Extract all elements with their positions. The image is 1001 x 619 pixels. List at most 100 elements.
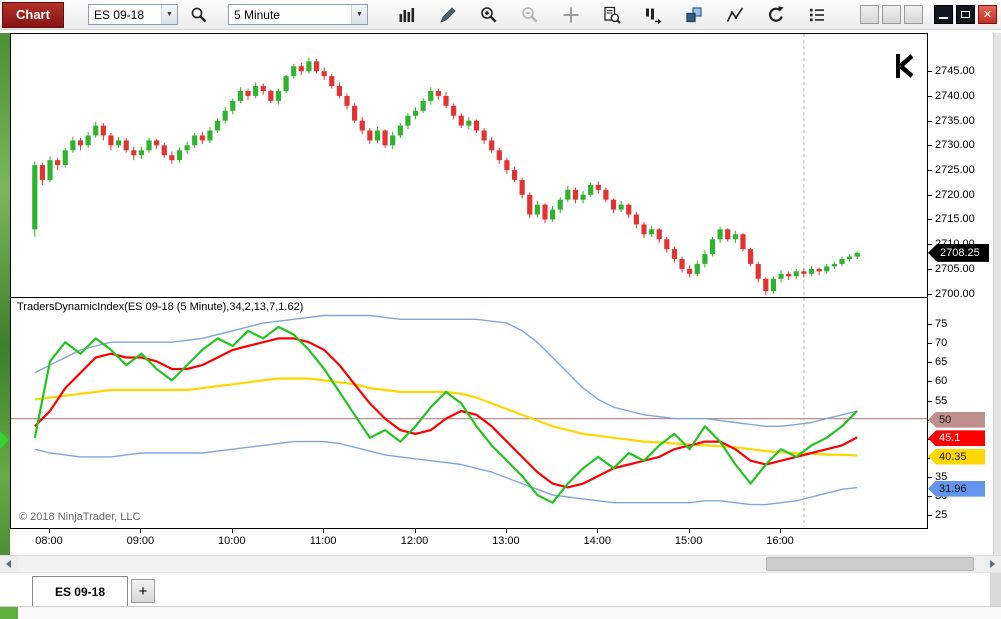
last-price-badge: 2708.25 [928,243,989,262]
titlebar[interactable]: Chart ES 09-18 ▼ 5 Minute ▼ ✕ [0,0,1001,30]
chevron-down-icon: ▼ [350,5,367,24]
tile-windows-button[interactable] [681,3,707,27]
close-icon: ✕ [982,9,993,21]
time-tick-mark [231,529,233,533]
desktop-background [0,33,10,555]
scroll-to-end-marker[interactable] [896,54,913,78]
ninjatrader-chart-window: Chart ES 09-18 ▼ 5 Minute ▼ ✕ TradersDyn… [0,0,1001,619]
chart-plot-area[interactable]: TradersDynamicIndex(ES 09-18 (5 Minute),… [10,33,928,529]
scrollbar-thumb[interactable] [766,557,975,571]
indicator-value-badge: 50 [928,411,985,428]
scroll-right-button[interactable] [984,556,1001,572]
pin-button[interactable] [904,5,923,24]
trend-line-icon [726,7,744,22]
tdi-series-rsi-line [33,325,858,504]
data-box-button[interactable] [599,3,625,27]
axis-tick-label: 65 [935,356,948,369]
chart-style-button[interactable] [394,3,420,27]
time-tick-mark [323,529,325,533]
chart-region: TradersDynamicIndex(ES 09-18 (5 Minute),… [0,33,1001,555]
time-tick-label: 13:00 [492,535,520,547]
toolbar [394,3,830,27]
axis-tick-label: 2745.00 [935,65,975,78]
horizontal-scrollbar[interactable] [0,555,1001,572]
axis-tick-mark [928,71,932,73]
tab-es-09-18[interactable]: ES 09-18 [32,576,128,606]
interval-link-button[interactable] [882,5,901,24]
drawing-tools-button[interactable] [435,3,461,27]
tdi-series-lower-volatility-band [34,440,858,506]
minimize-button[interactable] [934,5,953,24]
instrument-select[interactable]: ES 09-18 ▼ [87,4,178,25]
axis-tick-label: 2715.00 [935,213,975,226]
time-tick-label: 15:00 [674,535,703,547]
time-tick-label: 14:00 [583,535,612,547]
axis-tick-label: 25 [935,509,948,522]
add-tab-button[interactable]: + [131,579,155,603]
time-tick-mark [597,529,599,533]
scrollbar-track[interactable] [17,556,984,572]
axis-tick-mark [928,496,932,498]
tab-bar: ES 09-18 + [0,572,1001,606]
axis-tick-mark [928,293,932,295]
axis-tick-mark [928,120,932,122]
desktop-corner [0,607,18,619]
axis-tick-mark [928,476,932,478]
instrument-link-button[interactable] [860,5,879,24]
zoom-out-icon [522,6,538,22]
indicator-value-badge: 31.96 [928,480,985,497]
tab-bar-edge [990,573,1001,606]
time-axis[interactable]: 08:00 09:00 10:00 11:00 12:00 13:00 14:00 15:00… [10,529,928,555]
axis-tick-mark [928,244,932,246]
time-tick-mark [505,529,507,533]
indicator-panel[interactable]: TradersDynamicIndex(ES 09-18 (5 Minute),… [11,298,927,527]
interval-select[interactable]: 5 Minute ▼ [227,4,368,25]
indicator-value-badge: 45.1 [928,430,985,447]
window-edge [993,33,1001,555]
instrument-search-button[interactable] [186,3,212,27]
minimize-icon [939,17,948,19]
axis-tick-mark [928,219,932,221]
axis-tick-mark [928,268,932,270]
time-tick-label: 08:00 [35,535,63,547]
tdi-chart-svg[interactable] [11,298,927,527]
zoom-in-icon [481,6,497,22]
crosshair-button[interactable] [558,3,584,27]
crosshair-icon [563,7,579,22]
data-box-icon [604,6,621,24]
close-button[interactable]: ✕ [978,5,997,24]
properties-icon [809,8,824,21]
reload-button[interactable] [763,3,789,27]
axis-tick-label: 2700.00 [935,287,975,300]
time-tick-mark [414,529,416,533]
maximize-button[interactable] [956,5,975,24]
properties-button[interactable] [804,3,830,27]
time-tick-mark [688,529,690,533]
time-tick-mark [780,529,782,533]
axis-tick-label: 2725.00 [935,164,975,177]
price-chart-svg[interactable] [11,34,927,298]
indicator-panel-icon [645,8,662,24]
time-tick-label: 16:00 [766,535,794,547]
tdi-series-market-base-line [34,377,858,457]
price-panel[interactable] [11,34,927,298]
axis-tick-label: 75 [935,318,948,331]
axis-tick-mark [928,362,932,364]
time-tick-label: 09:00 [126,535,155,547]
maximize-icon [961,11,970,18]
zoom-in-button[interactable] [476,3,502,27]
time-tick-label: 10:00 [218,535,246,547]
axis-tick-mark [928,343,932,345]
zoom-out-button[interactable] [517,3,543,27]
price-axis[interactable]: 2708.25 2745.00 2740.00 2735.00 2730.00 2725… [928,33,993,555]
interval-select-value: 5 Minute [233,7,280,22]
indicator-panel-button[interactable] [640,3,666,27]
trend-line-button[interactable] [722,3,748,27]
axis-tick-label: 55 [935,394,948,407]
axis-tick-mark [928,145,932,147]
chart-style-icon [399,7,415,22]
scroll-left-button[interactable] [0,556,17,572]
axis-tick-label: 2730.00 [935,139,975,152]
chevron-down-icon: ▼ [160,5,177,24]
indicator-label: TradersDynamicIndex(ES 09-18 (5 Minute),… [17,301,304,313]
